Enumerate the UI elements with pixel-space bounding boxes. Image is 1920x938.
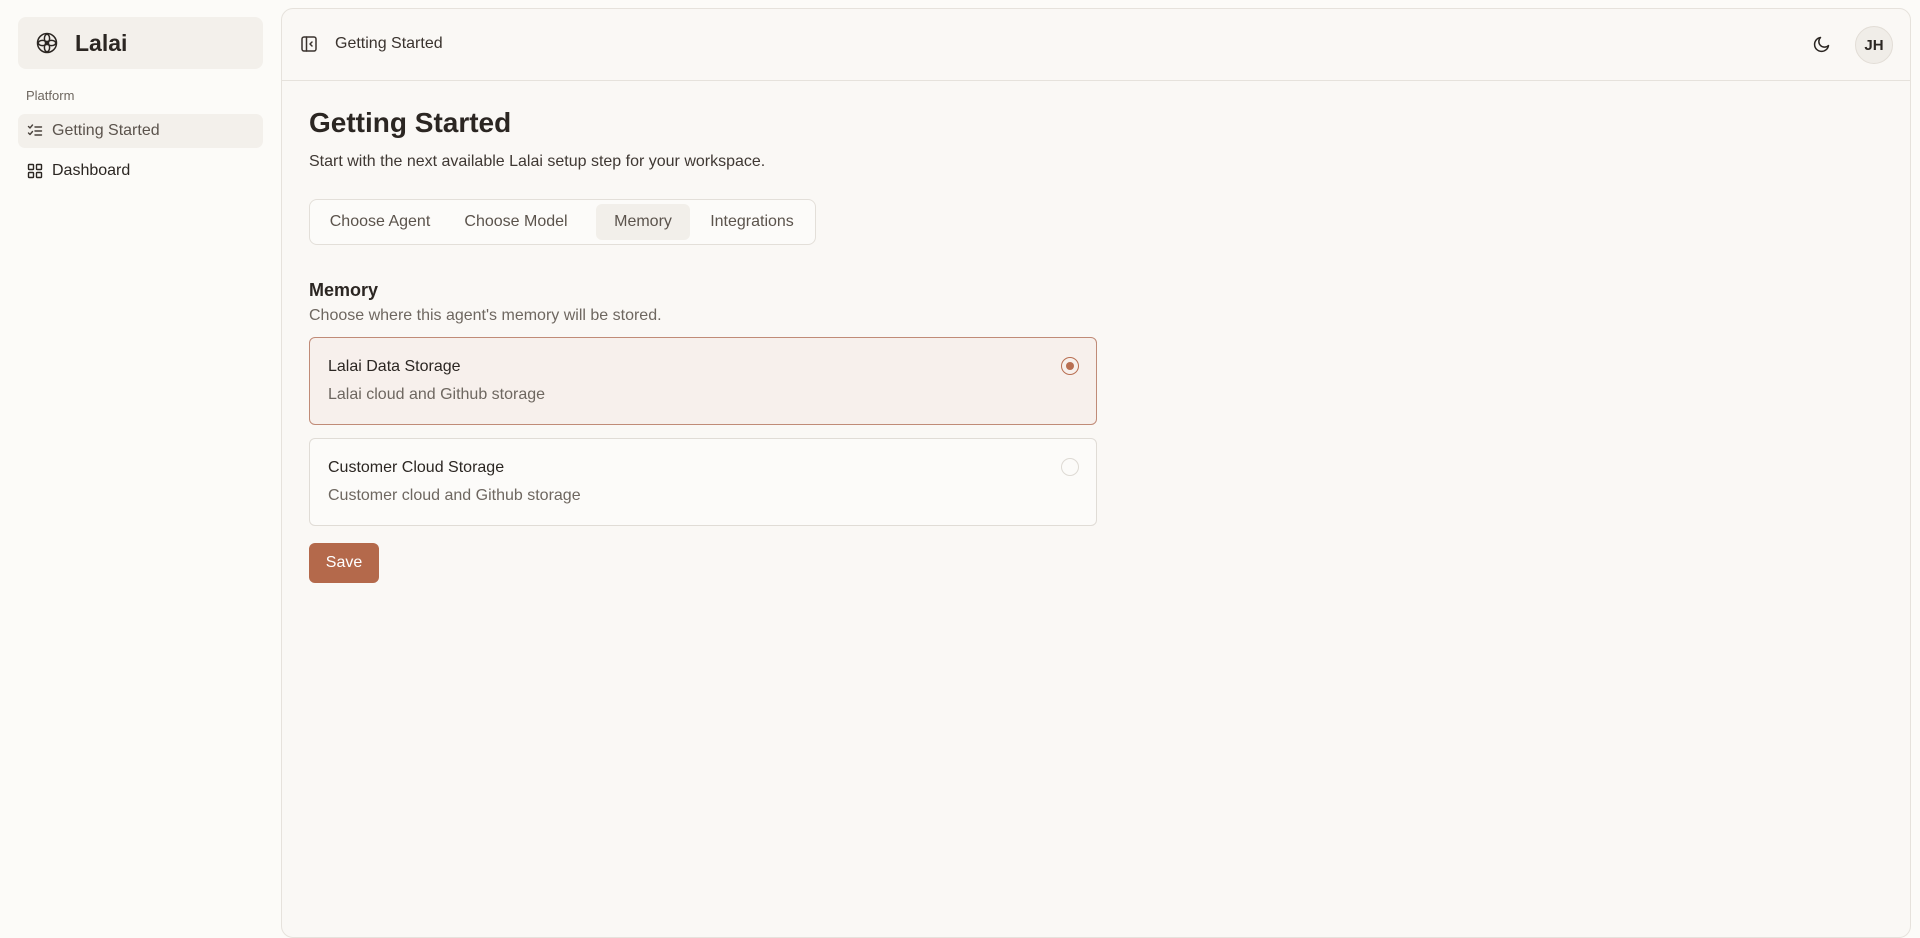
breadcrumb: Getting Started: [335, 35, 443, 52]
section-title: Memory: [309, 280, 379, 300]
option-description: Lalai cloud and Github storage: [328, 386, 546, 403]
tab-choose-model[interactable]: Choose Model: [450, 204, 582, 240]
top-bar: Getting Started JH: [282, 9, 1910, 81]
radio-selected[interactable]: [1061, 357, 1079, 375]
storage-option-customer[interactable]: Customer Cloud Storage Customer cloud an…: [309, 438, 1097, 526]
section-subtitle: Choose where this agent's memory will be…: [309, 307, 662, 324]
page-subtitle: Start with the next available Lalai setu…: [309, 153, 766, 170]
tab-list: Choose Agent Choose Model Memory Integra…: [309, 199, 816, 245]
option-description: Customer cloud and Github storage: [328, 487, 581, 504]
moon-icon[interactable]: [1812, 34, 1832, 54]
sidebar-item-getting-started[interactable]: Getting Started: [18, 114, 263, 148]
storage-option-lalai[interactable]: Lalai Data Storage Lalai cloud and Githu…: [309, 337, 1097, 425]
sidebar-section-label: Platform: [26, 88, 75, 103]
save-button[interactable]: Save: [309, 543, 379, 583]
main-panel: Getting Started JH Getting Started Start…: [281, 8, 1911, 938]
tab-integrations[interactable]: Integrations: [694, 204, 810, 240]
flower-icon: [34, 30, 60, 56]
brand[interactable]: Lalai: [18, 17, 263, 69]
sidebar-item-label: Dashboard: [52, 162, 131, 179]
option-title: Lalai Data Storage: [328, 358, 461, 375]
sidebar-item-label: Getting Started: [52, 122, 160, 139]
sidebar: Lalai Platform Getting Started Dashboard: [0, 0, 280, 926]
radio-unselected[interactable]: [1061, 458, 1079, 476]
option-title: Customer Cloud Storage: [328, 459, 505, 476]
tab-choose-agent[interactable]: Choose Agent: [316, 204, 444, 240]
page-title: Getting Started: [309, 107, 512, 138]
sidebar-toggle-icon[interactable]: [300, 35, 318, 53]
app-name: Lalai: [75, 29, 128, 56]
grid-icon: [27, 163, 43, 179]
checklist-icon: [27, 123, 43, 139]
sidebar-item-dashboard[interactable]: Dashboard: [18, 154, 263, 188]
tab-memory[interactable]: Memory: [596, 204, 690, 240]
avatar[interactable]: JH: [1855, 26, 1893, 64]
